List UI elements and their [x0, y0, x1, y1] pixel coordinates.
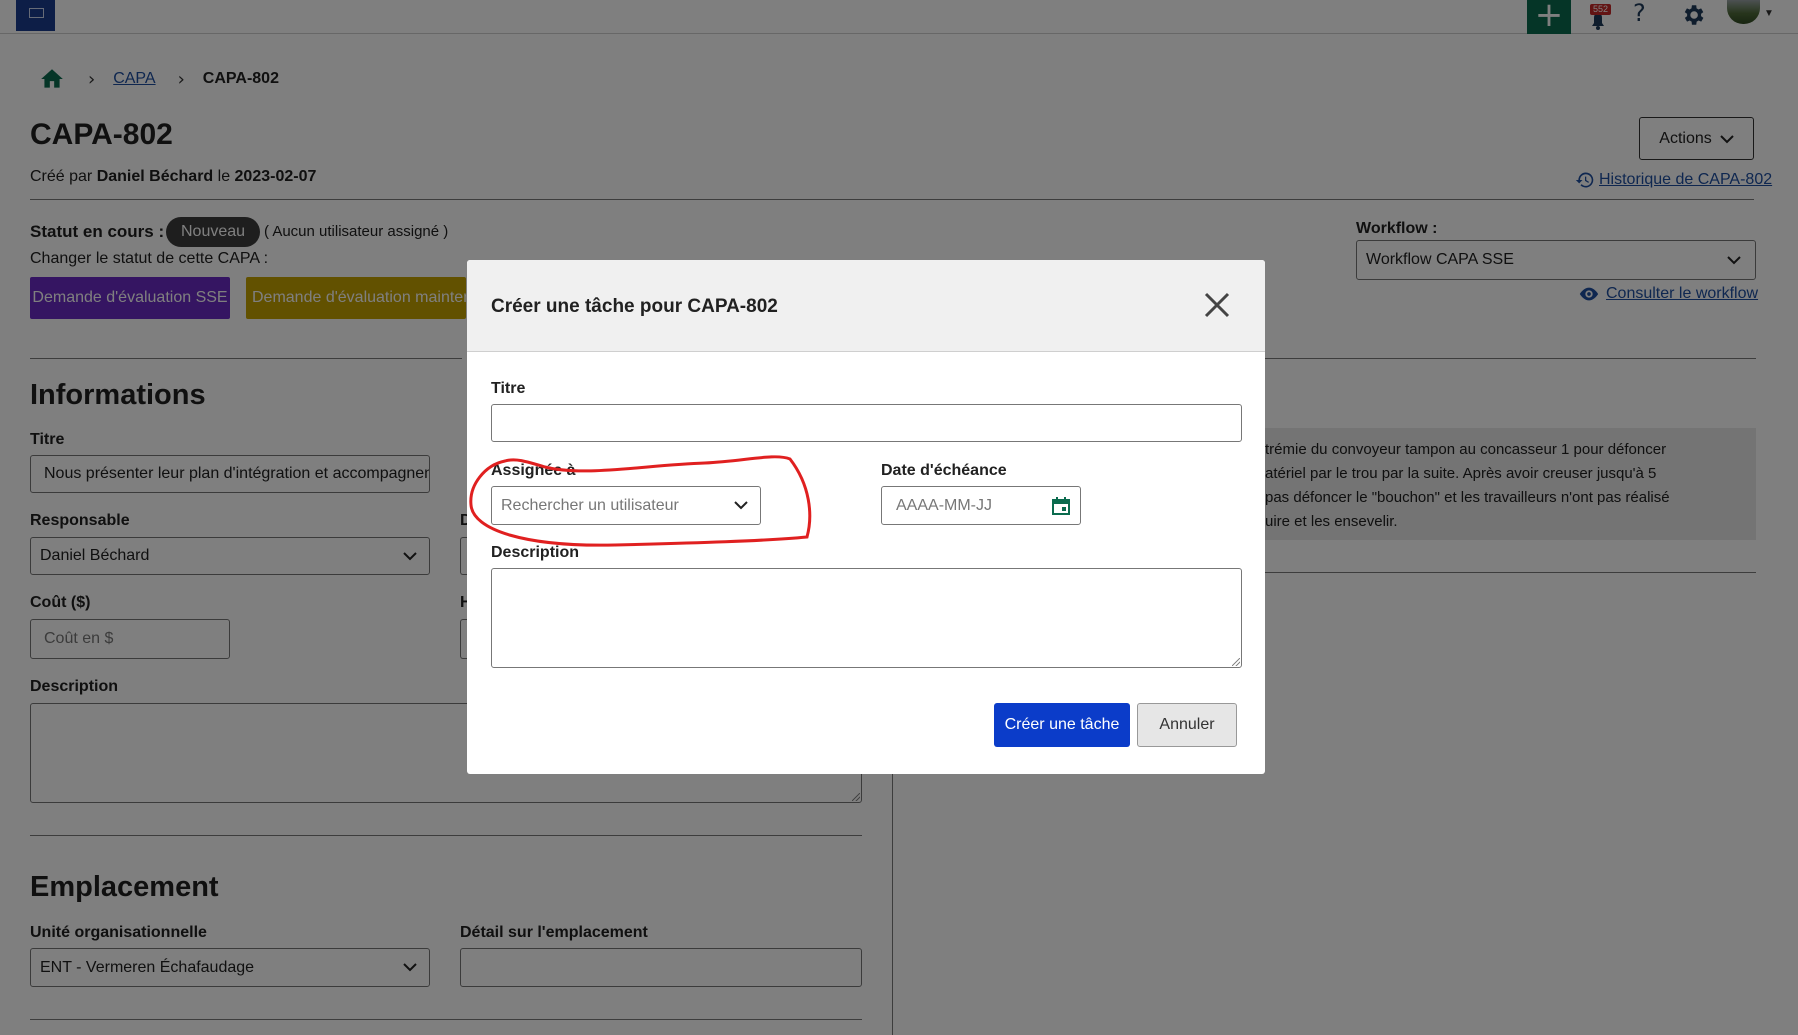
create-task-modal: Créer une tâche pour CAPA-802 Titre Assi…	[467, 260, 1265, 774]
task-title-label: Titre	[491, 380, 526, 397]
calendar-icon[interactable]	[1051, 496, 1071, 516]
task-description-textarea[interactable]	[491, 568, 1242, 668]
due-date-label: Date d'échéance	[881, 462, 1007, 479]
due-date-placeholder: AAAA-MM-JJ	[896, 497, 992, 514]
assignee-select[interactable]: Rechercher un utilisateur	[491, 486, 761, 525]
assignee-placeholder: Rechercher un utilisateur	[501, 497, 679, 514]
modal-header: Créer une tâche pour CAPA-802	[467, 260, 1265, 352]
cancel-button[interactable]: Annuler	[1137, 703, 1237, 747]
assignee-label: Assignée à	[491, 462, 576, 479]
resize-handle-icon[interactable]	[1232, 658, 1240, 666]
task-description-label: Description	[491, 544, 580, 561]
task-title-input[interactable]	[491, 404, 1242, 442]
chevron-down-icon	[734, 501, 748, 510]
create-task-button[interactable]: Créer une tâche	[994, 703, 1130, 747]
due-date-input[interactable]: AAAA-MM-JJ	[881, 486, 1081, 525]
close-icon[interactable]	[1202, 290, 1232, 320]
modal-title: Créer une tâche pour CAPA-802	[491, 296, 778, 317]
